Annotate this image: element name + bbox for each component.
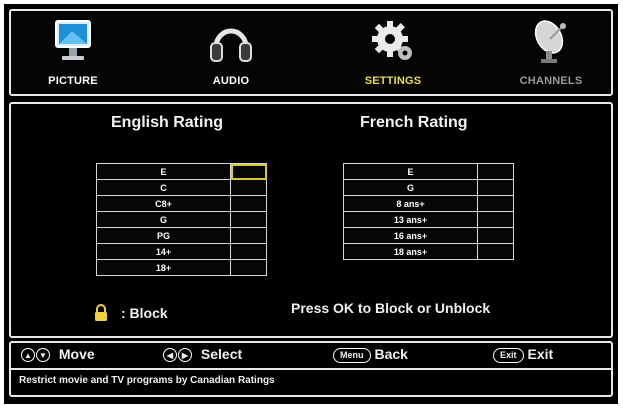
block-toggle[interactable]	[477, 227, 514, 244]
block-toggle[interactable]	[477, 163, 514, 180]
gear-icon	[372, 21, 412, 60]
french-rating-table: E G 8 ans+ 13 ans+ 16 ans+ 18 ans+	[343, 163, 514, 260]
menu-label-settings: SETTINGS	[364, 75, 422, 87]
block-toggle[interactable]	[477, 195, 514, 212]
hint-exit: Exit Exit	[493, 346, 553, 363]
rating-label: G	[96, 211, 231, 228]
rating-label: C8+	[96, 195, 231, 212]
menu-bar: PICTURE AUDIO SETTINGS CHANNELS	[9, 9, 613, 96]
rating-label: 8 ans+	[343, 195, 478, 212]
headphones-icon	[210, 28, 252, 62]
parental-rating-panel: English Rating French Rating E C C8+ G P…	[9, 102, 613, 338]
menu-label-channels: CHANNELS	[519, 75, 583, 87]
rating-row[interactable]: E	[343, 163, 514, 180]
down-arrow-icon: ▼	[36, 348, 50, 363]
monitor-icon	[55, 20, 91, 60]
instruction-text: Press OK to Block or Unblock	[291, 300, 491, 316]
rating-label: 18 ans+	[343, 243, 478, 260]
menu-item-channels[interactable]: CHANNELS	[491, 15, 611, 93]
block-toggle[interactable]	[230, 211, 267, 228]
menu-key-icon: Menu	[333, 347, 371, 363]
hint-move-label: Move	[58, 346, 95, 362]
block-legend: : Block	[121, 305, 168, 321]
french-rating-title: French Rating	[360, 114, 468, 131]
rating-row[interactable]: C8+	[96, 195, 267, 212]
rating-row[interactable]: PG	[96, 227, 267, 244]
hint-bar: ▲ ▼ Move ◀ ▶ Select Menu Back Exit Exit Rest…	[9, 341, 613, 397]
divider	[11, 368, 611, 370]
rating-label: 16 ans+	[343, 227, 478, 244]
satellite-dish-icon	[534, 20, 566, 63]
rating-label: C	[96, 179, 231, 196]
rating-row[interactable]: C	[96, 179, 267, 196]
menu-item-settings[interactable]: SETTINGS	[333, 15, 453, 93]
menu-label-audio: AUDIO	[212, 75, 250, 87]
rating-label: G	[343, 179, 478, 196]
english-rating-table: E C C8+ G PG 14+ 18+	[96, 163, 267, 276]
block-toggle[interactable]	[230, 163, 267, 180]
menu-item-audio[interactable]: AUDIO	[171, 15, 291, 93]
rating-row[interactable]: G	[96, 211, 267, 228]
menu-label-picture: PICTURE	[48, 75, 98, 87]
block-toggle[interactable]	[230, 243, 267, 260]
rating-row[interactable]: 8 ans+	[343, 195, 514, 212]
rating-row[interactable]: 18+	[96, 259, 267, 276]
hint-move: ▲ ▼ Move	[21, 346, 95, 363]
rating-label: 13 ans+	[343, 211, 478, 228]
rating-row[interactable]: E	[96, 163, 267, 180]
exit-key-icon: Exit	[493, 347, 524, 363]
lock-icon	[95, 304, 107, 321]
rating-label: PG	[96, 227, 231, 244]
block-toggle[interactable]	[477, 243, 514, 260]
hint-exit-label: Exit	[527, 346, 554, 362]
rating-row[interactable]: 18 ans+	[343, 243, 514, 260]
up-arrow-icon: ▲	[21, 348, 35, 363]
hint-back: Menu Back	[333, 346, 408, 363]
block-toggle[interactable]	[477, 179, 514, 196]
right-arrow-icon: ▶	[178, 348, 192, 363]
rating-label: 18+	[96, 259, 231, 276]
rating-label: E	[96, 163, 231, 180]
block-toggle[interactable]	[230, 195, 267, 212]
rating-row[interactable]: G	[343, 179, 514, 196]
rating-label: E	[343, 163, 478, 180]
status-text: Restrict movie and TV programs by Canadi…	[19, 375, 275, 386]
hint-back-label: Back	[374, 346, 408, 362]
hint-select: ◀ ▶ Select	[163, 346, 243, 363]
rating-label: 14+	[96, 243, 231, 260]
menu-item-picture[interactable]: PICTURE	[13, 15, 133, 93]
rating-row[interactable]: 14+	[96, 243, 267, 260]
rating-row[interactable]: 13 ans+	[343, 211, 514, 228]
block-toggle[interactable]	[477, 211, 514, 228]
block-toggle[interactable]	[230, 259, 267, 276]
english-rating-title: English Rating	[111, 114, 223, 131]
left-arrow-icon: ◀	[163, 348, 177, 363]
rating-row[interactable]: 16 ans+	[343, 227, 514, 244]
block-toggle[interactable]	[230, 179, 267, 196]
hint-select-label: Select	[200, 346, 243, 362]
block-toggle[interactable]	[230, 227, 267, 244]
